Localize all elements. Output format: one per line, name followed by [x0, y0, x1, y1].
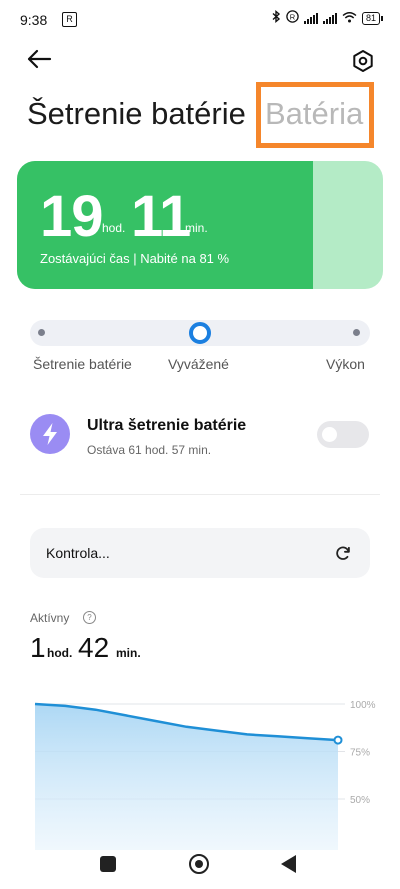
active-hours: 1	[30, 632, 46, 663]
battery-usage-chart: 100% 75% 50%	[30, 690, 385, 850]
signal-icon	[322, 12, 337, 24]
battery-icon: 81	[361, 11, 384, 25]
minutes-unit: min.	[185, 221, 208, 235]
y-tick-label: 75%	[350, 748, 370, 759]
status-bar: 9:38 R R 81	[0, 0, 400, 40]
nav-back-button[interactable]	[281, 855, 296, 873]
chart-svg: 100% 75% 50%	[34, 700, 376, 850]
battery-card-subtitle: Zostávajúci čas | Nabité na 81 %	[40, 251, 230, 266]
refresh-icon	[335, 545, 351, 561]
ultra-saver-subtitle: Ostáva 61 hod. 57 min.	[87, 443, 212, 457]
ultra-saver-title: Ultra šetrenie batérie	[87, 417, 247, 434]
mode-dot-saver[interactable]	[38, 329, 45, 336]
toggle-thumb	[322, 427, 337, 442]
chart-end-point	[333, 735, 343, 745]
check-button[interactable]: Kontrola...	[30, 528, 370, 578]
bluetooth-icon	[272, 10, 281, 26]
svg-text:R: R	[290, 12, 296, 21]
settings-button[interactable]	[350, 48, 376, 74]
y-tick-label: 50%	[350, 795, 370, 806]
remaining-minutes: 11	[131, 184, 191, 249]
recents-button[interactable]	[100, 856, 116, 872]
lightning-icon	[30, 414, 70, 454]
back-button[interactable]	[26, 48, 54, 72]
active-label: Aktívny	[30, 611, 70, 625]
check-label: Kontrola...	[46, 545, 110, 561]
remaining-hours: 19	[40, 184, 104, 249]
battery-time-card: 19 hod. 11 min. Zostávajúci čas | Nabité…	[17, 161, 383, 289]
active-minutes-unit: min.	[116, 646, 141, 660]
screen-record-icon: R	[62, 12, 77, 27]
mode-label-balanced[interactable]: Vyvážené	[168, 356, 229, 372]
divider	[20, 494, 380, 495]
gear-icon	[353, 50, 373, 72]
roaming-icon: R	[286, 10, 299, 26]
active-hours-unit: hod.	[47, 646, 73, 660]
mode-slider-knob[interactable]	[189, 322, 211, 344]
y-tick-label: 100%	[350, 700, 376, 711]
battery-mode-slider[interactable]	[30, 320, 370, 346]
mode-dot-performance[interactable]	[353, 329, 360, 336]
status-icons: R 81	[272, 10, 384, 26]
circle-icon	[195, 860, 203, 868]
wifi-icon	[342, 11, 357, 26]
highlight-box	[256, 82, 374, 148]
page-title: Šetrenie batérie	[27, 96, 246, 131]
mode-label-saver[interactable]: Šetrenie batérie	[33, 356, 132, 372]
active-minutes: 42	[78, 632, 110, 663]
ultra-saver-toggle[interactable]	[317, 421, 369, 448]
question-icon[interactable]: ?	[83, 611, 96, 624]
status-time: 9:38	[20, 12, 48, 28]
mode-label-performance[interactable]: Výkon	[326, 356, 365, 372]
hours-unit: hod.	[102, 221, 126, 235]
back-arrow-icon	[27, 49, 52, 69]
signal-icon	[303, 12, 318, 24]
home-button[interactable]	[189, 854, 209, 874]
